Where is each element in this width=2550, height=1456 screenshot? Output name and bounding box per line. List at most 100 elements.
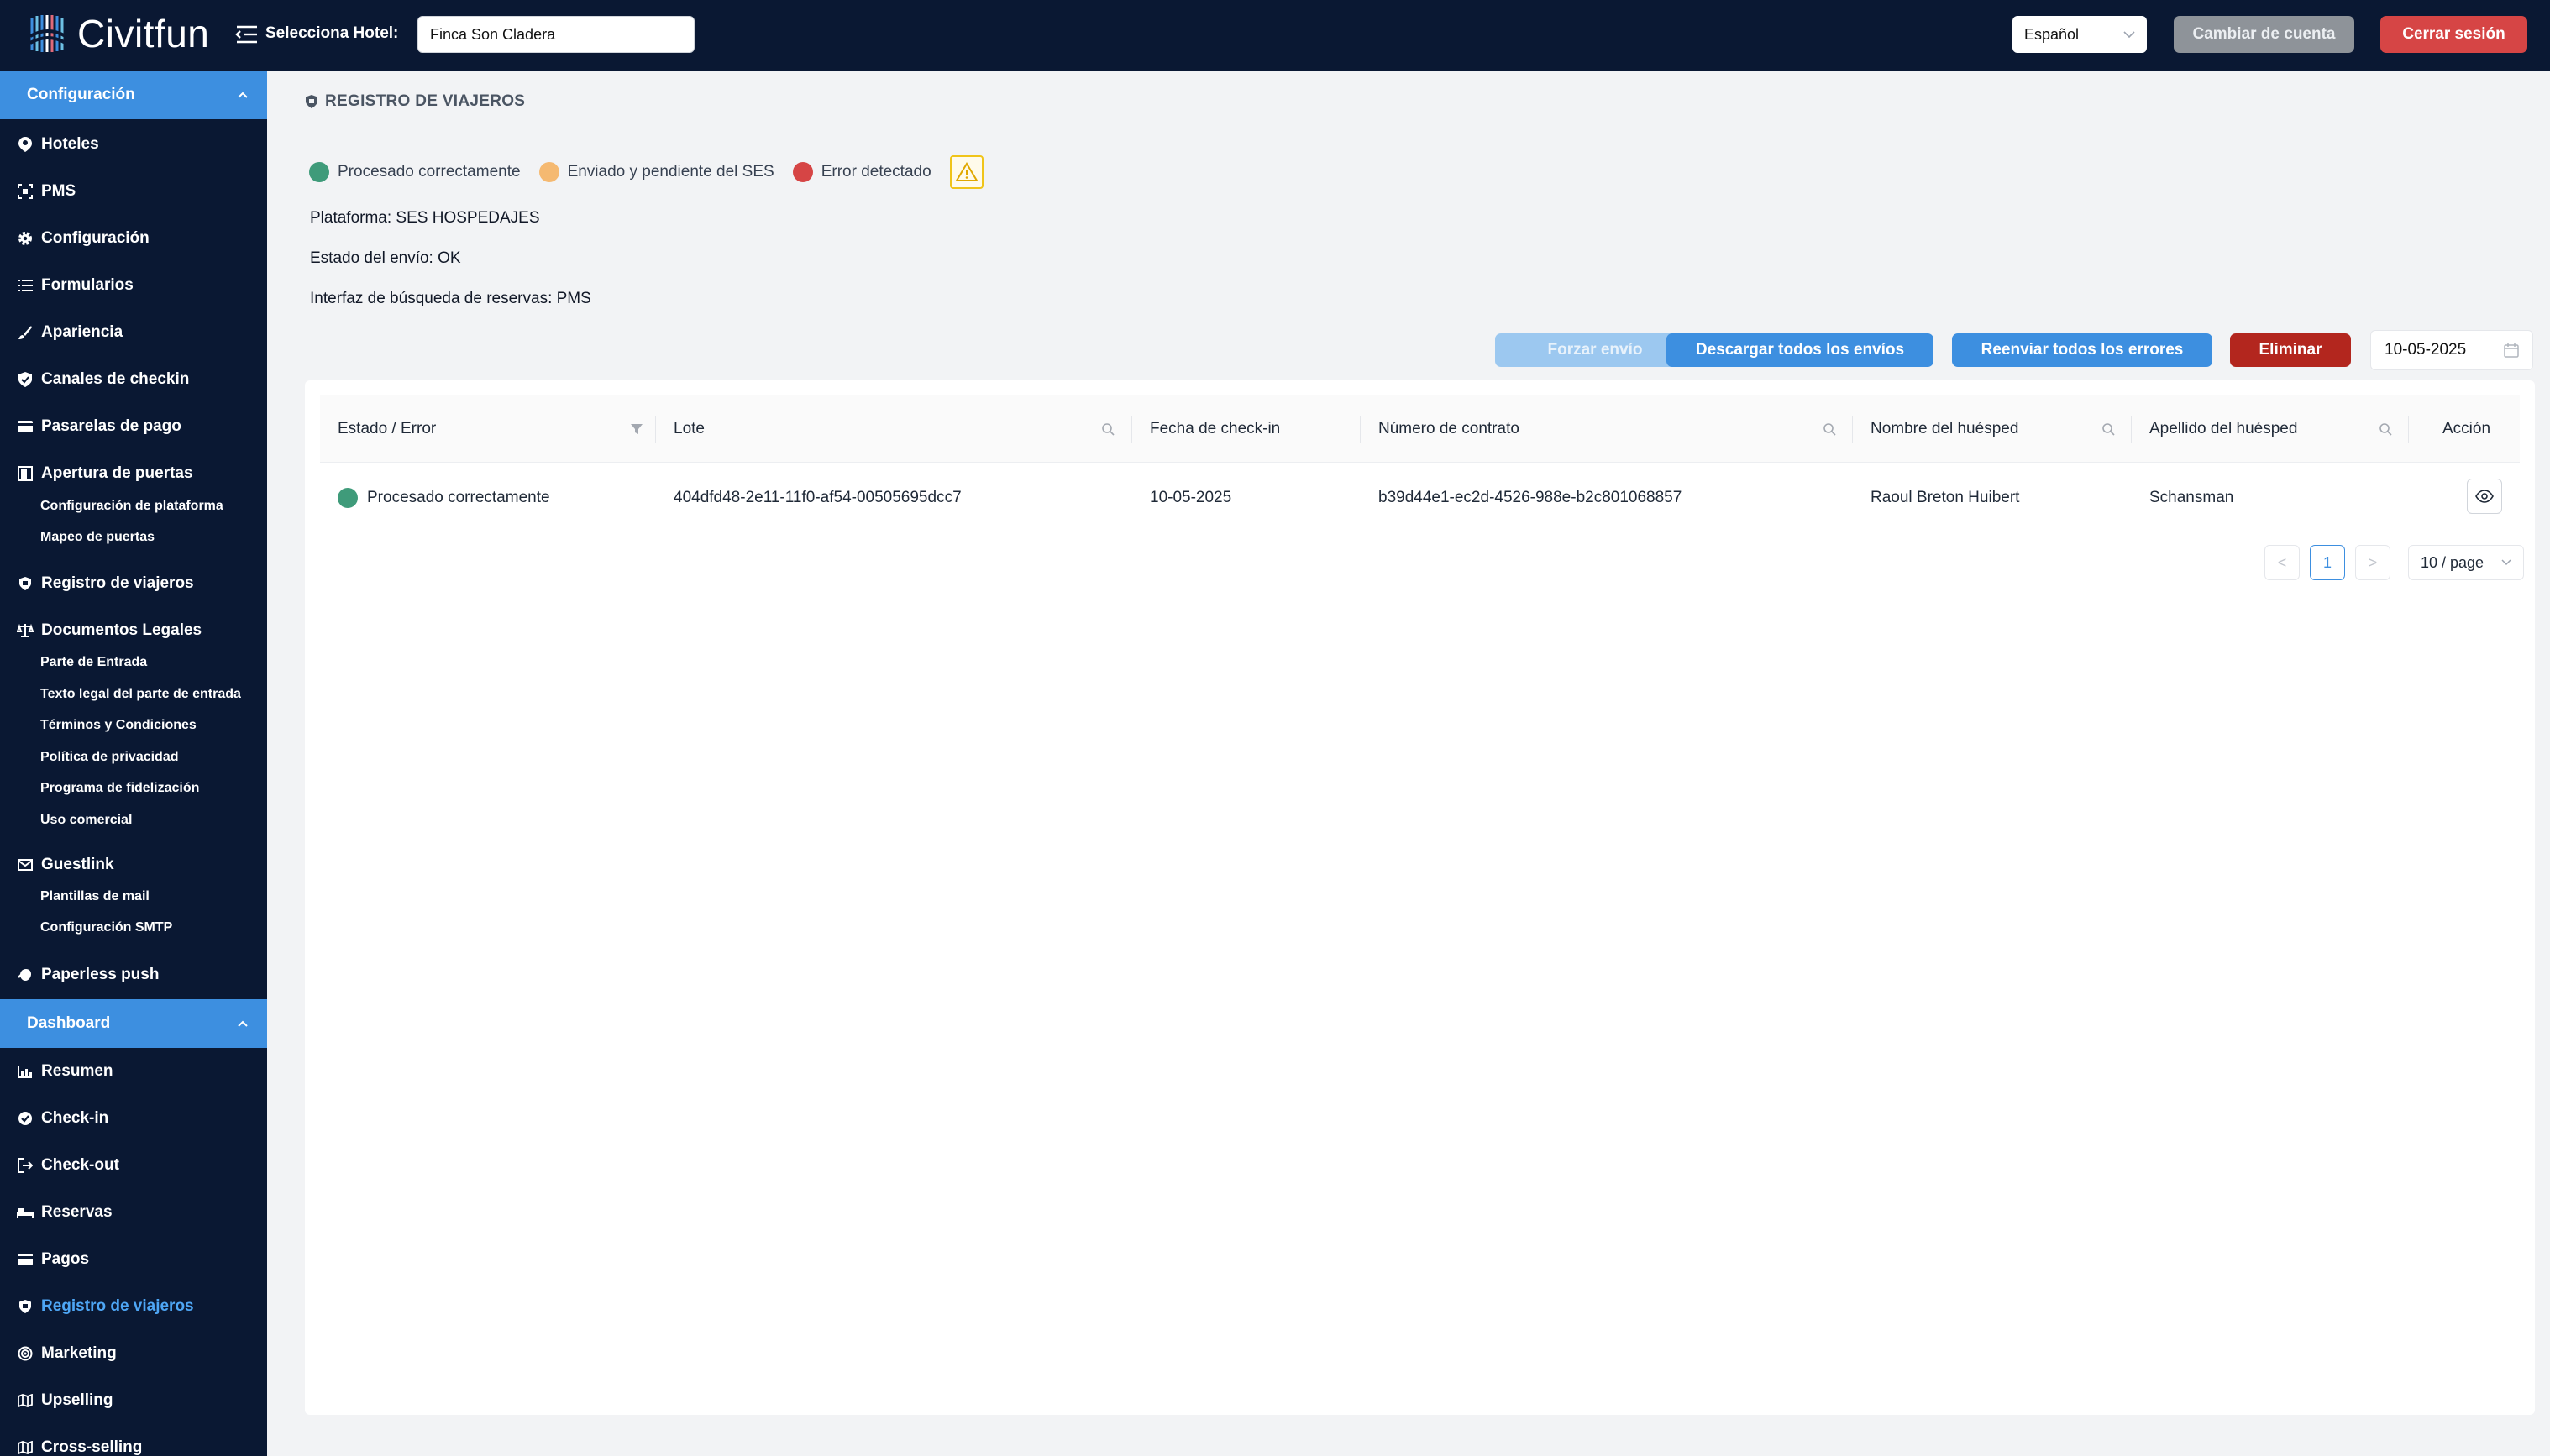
sidebar-subitem-platform-config[interactable]: Configuración de plataforma xyxy=(40,495,223,518)
sidebar-item-summary[interactable]: Resumen xyxy=(17,1057,113,1086)
target-icon xyxy=(17,1345,34,1362)
top-bar: Civitfun Selecciona Hotel: Finca Son Cla… xyxy=(0,0,2550,71)
sidebar-item-settings[interactable]: Configuración xyxy=(17,224,150,253)
civitfun-logo[interactable]: Civitfun xyxy=(27,10,209,57)
status-text: Procesado correctamente xyxy=(367,489,550,506)
cell-contract: b39d44e1-ec2d-4526-988e-b2c801068857 xyxy=(1378,489,1682,506)
door-icon xyxy=(17,465,34,482)
sidebar-item-reservations[interactable]: Reservas xyxy=(17,1198,113,1227)
language-select[interactable]: Español xyxy=(2012,16,2147,53)
warning-button[interactable] xyxy=(949,155,984,189)
download-all-button[interactable]: Descargar todos los envíos xyxy=(1666,333,1933,367)
platform-info: Plataforma: SES HOSPEDAJES xyxy=(310,209,540,227)
table-header: Estado / Error Lote Fecha de check-in Nú… xyxy=(320,395,2520,463)
brush-icon xyxy=(17,324,34,341)
sidebar-item-guestlink[interactable]: Guestlink xyxy=(17,851,114,879)
map-icon xyxy=(17,1439,34,1456)
sidebar-item-legal-docs[interactable]: Documentos Legales xyxy=(17,616,202,645)
sidebar-item-payments[interactable]: Pagos xyxy=(17,1245,89,1274)
status-legend: Procesado correctamente Enviado y pendie… xyxy=(309,155,984,189)
sidebar-subitem-loyalty[interactable]: Programa de fidelización xyxy=(40,777,199,800)
chevron-up-icon xyxy=(238,1020,248,1027)
sidebar-item-label: Pasarelas de pago xyxy=(41,417,181,435)
sidebar-item-label: Guestlink xyxy=(41,856,114,873)
sidebar-item-door-opening[interactable]: Apertura de puertas xyxy=(17,459,193,488)
legend-label: Procesado correctamente xyxy=(338,163,521,181)
sidebar-subitem-entry-legal-text[interactable]: Texto legal del parte de entrada xyxy=(40,683,241,706)
resend-errors-button[interactable]: Reenviar todos los errores xyxy=(1952,333,2212,367)
search-icon[interactable] xyxy=(1823,422,1836,436)
sidebar-item-upselling[interactable]: Upselling xyxy=(17,1386,113,1415)
search-interface-info: Interfaz de búsqueda de reservas: PMS xyxy=(310,290,591,307)
sidebar-item-cross-selling[interactable]: Cross-selling xyxy=(17,1433,142,1456)
column-divider xyxy=(1852,416,1853,443)
legend-item-processed: Procesado correctamente xyxy=(309,162,521,182)
table-row: Procesado correctamente 404dfd48-2e11-11… xyxy=(320,464,2520,532)
sidebar-subitem-terms[interactable]: Términos y Condiciones xyxy=(40,714,197,737)
hotel-select-input[interactable]: Finca Son Cladera xyxy=(417,16,695,53)
search-icon[interactable] xyxy=(2101,422,2115,436)
sidebar-subitem-entry-form[interactable]: Parte de Entrada xyxy=(40,651,147,674)
sidebar-item-forms[interactable]: Formularios xyxy=(17,271,134,300)
config-section-header[interactable]: Configuración xyxy=(0,71,267,119)
pagination-prev-button[interactable]: < xyxy=(2264,545,2300,580)
check-circle-icon xyxy=(17,1110,34,1127)
legend-dot-red xyxy=(792,162,813,182)
date-picker[interactable]: 10-05-2025 xyxy=(2370,330,2533,370)
sidebar-item-label: Canales de checkin xyxy=(41,370,190,388)
sidebar-item-travelers-dashboard[interactable]: Registro de viajeros xyxy=(17,1292,194,1321)
logout-button[interactable]: Cerrar sesión xyxy=(2380,16,2527,53)
column-header-batch: Lote xyxy=(674,420,705,437)
column-header-last-name: Apellido del huésped xyxy=(2149,420,2298,437)
hotel-select-label: Selecciona Hotel: xyxy=(265,24,399,42)
view-details-button[interactable] xyxy=(2467,479,2502,514)
delete-button[interactable]: Eliminar xyxy=(2230,333,2351,367)
status-dot-green xyxy=(338,488,358,508)
sidebar-subitem-privacy[interactable]: Política de privacidad xyxy=(40,746,179,769)
column-header-first-name: Nombre del huésped xyxy=(1871,420,2019,437)
cell-status: Procesado correctamente xyxy=(338,464,550,532)
sidebar-item-pms[interactable]: PMS xyxy=(17,177,76,206)
send-status-info: Estado del envío: OK xyxy=(310,249,461,267)
bed-icon xyxy=(17,1204,34,1221)
sidebar-item-label: Check-in xyxy=(41,1109,109,1127)
sidebar-item-checkout[interactable]: Check-out xyxy=(17,1151,119,1180)
column-divider xyxy=(1131,416,1132,443)
search-icon[interactable] xyxy=(2379,422,2392,436)
sidebar-item-appearance[interactable]: Apariencia xyxy=(17,318,123,347)
sidebar-item-label: Documentos Legales xyxy=(41,621,202,639)
sidebar-item-label: Pagos xyxy=(41,1250,90,1268)
dashboard-section-header[interactable]: Dashboard xyxy=(0,999,267,1048)
search-icon[interactable] xyxy=(1101,422,1115,436)
menu-toggle-icon[interactable] xyxy=(235,24,259,45)
sidebar-item-checkin[interactable]: Check-in xyxy=(17,1104,108,1133)
logo-mark-icon xyxy=(29,15,66,52)
dashboard-section-label: Dashboard xyxy=(27,1014,111,1032)
column-header-contract: Número de contrato xyxy=(1378,420,1519,437)
language-value: Español xyxy=(2024,25,2080,43)
switch-account-button[interactable]: Cambiar de cuenta xyxy=(2174,16,2354,53)
column-divider xyxy=(655,416,656,443)
sidebar-item-travelers-config[interactable]: Registro de viajeros xyxy=(17,569,194,598)
sidebar-subitem-door-mapping[interactable]: Mapeo de puertas xyxy=(40,526,155,549)
pagination-page-1[interactable]: 1 xyxy=(2310,545,2345,580)
sidebar-item-marketing[interactable]: Marketing xyxy=(17,1339,117,1368)
filter-icon[interactable] xyxy=(630,422,643,436)
cell-first-name: Raoul Breton Huibert xyxy=(1871,489,2020,506)
sidebar-item-payment-gateways[interactable]: Pasarelas de pago xyxy=(17,412,181,441)
column-header-status: Estado / Error xyxy=(338,420,437,437)
sidebar-subitem-commercial-use[interactable]: Uso comercial xyxy=(40,809,132,832)
sidebar-item-checkin-channels[interactable]: Canales de checkin xyxy=(17,365,189,394)
table-card: Estado / Error Lote Fecha de check-in Nú… xyxy=(305,380,2535,1415)
force-send-button[interactable]: Forzar envío xyxy=(1495,333,1695,367)
sidebar-item-hotels[interactable]: Hoteles xyxy=(17,130,99,159)
sidebar-item-label: Apariencia xyxy=(41,323,123,341)
sidebar-subitem-mail-templates[interactable]: Plantillas de mail xyxy=(40,885,150,909)
card-icon xyxy=(17,1251,34,1268)
app-name: Civitfun xyxy=(77,12,210,55)
pagination-next-button[interactable]: > xyxy=(2355,545,2390,580)
sidebar-item-label: Formularios xyxy=(41,276,134,294)
sidebar-subitem-smtp[interactable]: Configuración SMTP xyxy=(40,916,172,940)
page-size-select[interactable]: 10 / page xyxy=(2408,545,2524,580)
sidebar-item-paperless[interactable]: Paperless push xyxy=(17,961,159,989)
